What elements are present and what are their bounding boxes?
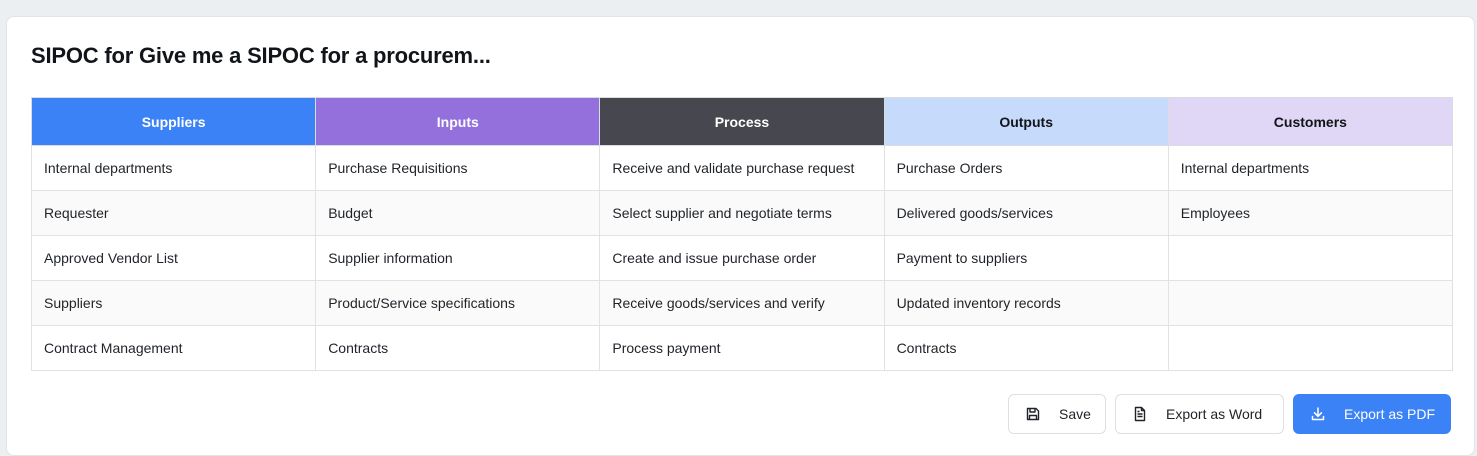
table-cell: Process payment — [599, 325, 885, 371]
table-cell: Contracts — [315, 325, 601, 371]
table-cell: Budget — [315, 190, 601, 236]
table-cell: Purchase Requisitions — [315, 145, 601, 191]
table-cell: Receive and validate purchase request — [599, 145, 885, 191]
table-cell: Requester — [30, 190, 317, 236]
table-row: Suppliers Product/Service specifications… — [30, 280, 1454, 326]
table-cell: Approved Vendor List — [30, 235, 317, 281]
table-cell: Employees — [1167, 190, 1454, 236]
table-cell: Contract Management — [30, 325, 317, 371]
header-process: Process — [599, 97, 885, 146]
document-icon — [1132, 406, 1148, 422]
table-cell: Supplier information — [315, 235, 601, 281]
header-outputs: Outputs — [883, 97, 1169, 146]
action-bar: Save Export as Word Export as PDF — [1008, 394, 1451, 434]
table-cell: Contracts — [883, 325, 1169, 371]
sipoc-table: Suppliers Inputs Process Outputs Custome… — [30, 97, 1454, 371]
save-button-label: Save — [1059, 406, 1091, 422]
page-title: SIPOC for Give me a SIPOC for a procurem… — [31, 43, 491, 68]
table-cell: Delivered goods/services — [883, 190, 1169, 236]
table-cell: Select supplier and negotiate terms — [599, 190, 885, 236]
table-header-row: Suppliers Inputs Process Outputs Custome… — [30, 97, 1454, 146]
table-row: Internal departments Purchase Requisitio… — [30, 145, 1454, 191]
export-pdf-button[interactable]: Export as PDF — [1293, 394, 1451, 434]
download-icon — [1310, 406, 1326, 422]
table-cell: Internal departments — [1167, 145, 1454, 191]
table-cell — [1167, 280, 1454, 326]
table-cell: Receive goods/services and verify — [599, 280, 885, 326]
export-pdf-label: Export as PDF — [1344, 406, 1436, 422]
table-cell — [1167, 325, 1454, 371]
table-cell: Suppliers — [30, 280, 317, 326]
table-row: Approved Vendor List Supplier informatio… — [30, 235, 1454, 281]
save-button[interactable]: Save — [1008, 394, 1106, 434]
table-cell: Product/Service specifications — [315, 280, 601, 326]
table-cell: Internal departments — [30, 145, 317, 191]
header-customers: Customers — [1167, 97, 1454, 146]
table-cell: Payment to suppliers — [883, 235, 1169, 281]
table-cell: Create and issue purchase order — [599, 235, 885, 281]
table-row: Contract Management Contracts Process pa… — [30, 325, 1454, 371]
export-word-button[interactable]: Export as Word — [1115, 394, 1284, 434]
export-word-label: Export as Word — [1166, 406, 1263, 422]
save-icon — [1025, 406, 1041, 422]
table-row: Requester Budget Select supplier and neg… — [30, 190, 1454, 236]
header-inputs: Inputs — [315, 97, 601, 146]
table-cell — [1167, 235, 1454, 281]
header-suppliers: Suppliers — [30, 97, 317, 146]
table-cell: Purchase Orders — [883, 145, 1169, 191]
table-cell: Updated inventory records — [883, 280, 1169, 326]
sipoc-card: SIPOC for Give me a SIPOC for a procurem… — [6, 16, 1475, 456]
